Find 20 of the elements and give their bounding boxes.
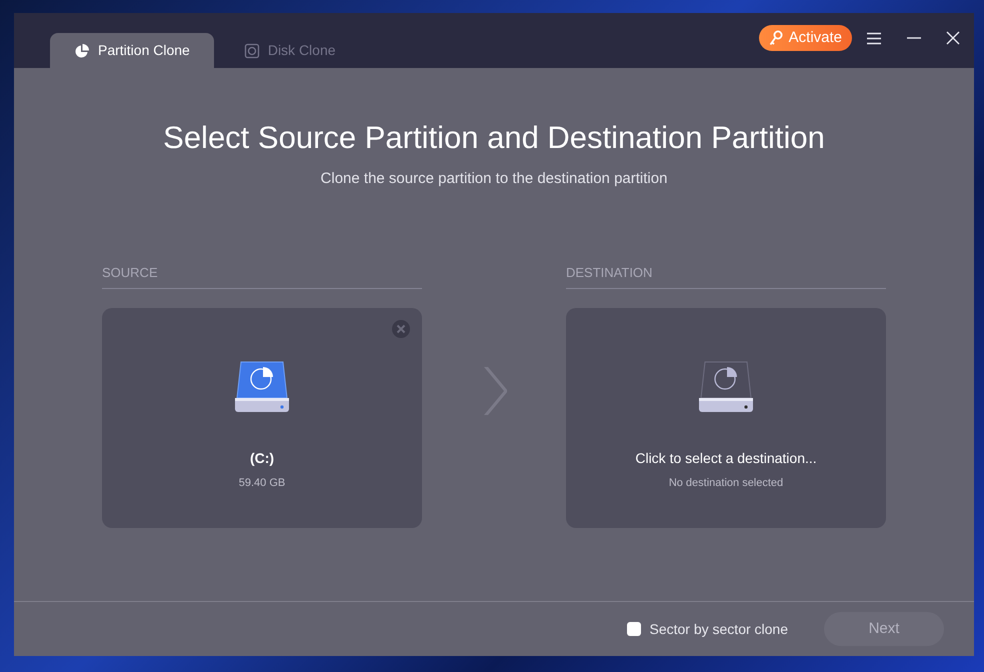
minimize-icon[interactable]	[906, 37, 922, 39]
page-heading: Select Source Partition and Destination Partition	[163, 119, 825, 157]
chevron-right-icon	[481, 364, 507, 416]
close-icon[interactable]	[946, 31, 960, 45]
tab[interactable]: Disk Clone	[234, 33, 346, 68]
pie-chart-icon	[74, 42, 90, 58]
section-label: DESTINATION	[566, 262, 886, 289]
partition-detail: 59.40 GB	[238, 476, 286, 491]
partition-detail: No destination selected	[668, 476, 784, 491]
page-subheading: Clone the source partition to the destination partition	[320, 169, 668, 189]
tab[interactable]: Partition Clone	[50, 33, 214, 68]
checkbox-label: Sector by sector clone	[649, 620, 788, 639]
partition-title: Click to select a destination...	[635, 449, 817, 468]
partition-card[interactable]: (C:) 59.40 GB	[102, 308, 422, 528]
partition-card[interactable]: Click to select a destination... No destination selected	[566, 308, 886, 528]
checkbox[interactable]	[627, 622, 642, 636]
section-label: SOURCE	[102, 262, 422, 289]
partition-title: (C:)	[250, 449, 274, 468]
menu-icon[interactable]	[866, 32, 882, 44]
key-icon	[768, 30, 783, 46]
